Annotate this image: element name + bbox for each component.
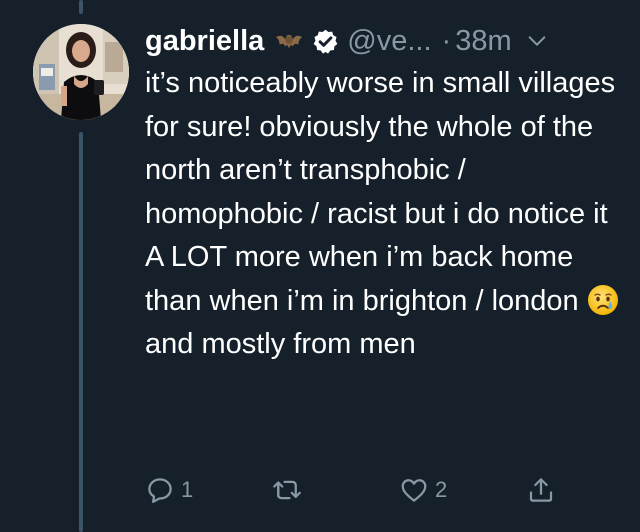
crying-face-icon — [587, 284, 618, 315]
share-button[interactable] — [526, 472, 556, 508]
chevron-down-icon[interactable] — [526, 30, 548, 52]
like-icon — [401, 479, 427, 502]
reply-icon — [148, 478, 172, 503]
display-name[interactable]: gabriella — [145, 25, 264, 58]
separator-dot: · — [441, 24, 452, 57]
retweet-icon — [273, 480, 301, 500]
author-handle[interactable]: @ve... — [347, 25, 431, 58]
reply-count: 1 — [181, 477, 194, 502]
tweet-header: gabriella @ve... · 38m — [145, 20, 548, 62]
bat-icon — [276, 34, 303, 49]
verified-badge-icon — [313, 29, 338, 54]
reply-button[interactable]: 1 — [145, 472, 193, 508]
share-icon — [529, 478, 553, 502]
like-count: 2 — [435, 477, 448, 502]
tweet-text: it’s noticeably worse in small villages … — [145, 62, 625, 367]
tweet-text-part-1: it’s noticeably worse in small villages … — [145, 67, 616, 317]
tweet-text-part-2: and mostly from men — [145, 328, 416, 360]
avatar[interactable] — [33, 24, 129, 120]
tweet-actions: 1 2 — [0, 472, 640, 508]
thread-connector-top — [79, 0, 83, 14]
retweet-button[interactable] — [272, 472, 308, 508]
tweet-timestamp[interactable]: 38m — [455, 25, 511, 58]
like-button[interactable]: 2 — [399, 472, 447, 508]
